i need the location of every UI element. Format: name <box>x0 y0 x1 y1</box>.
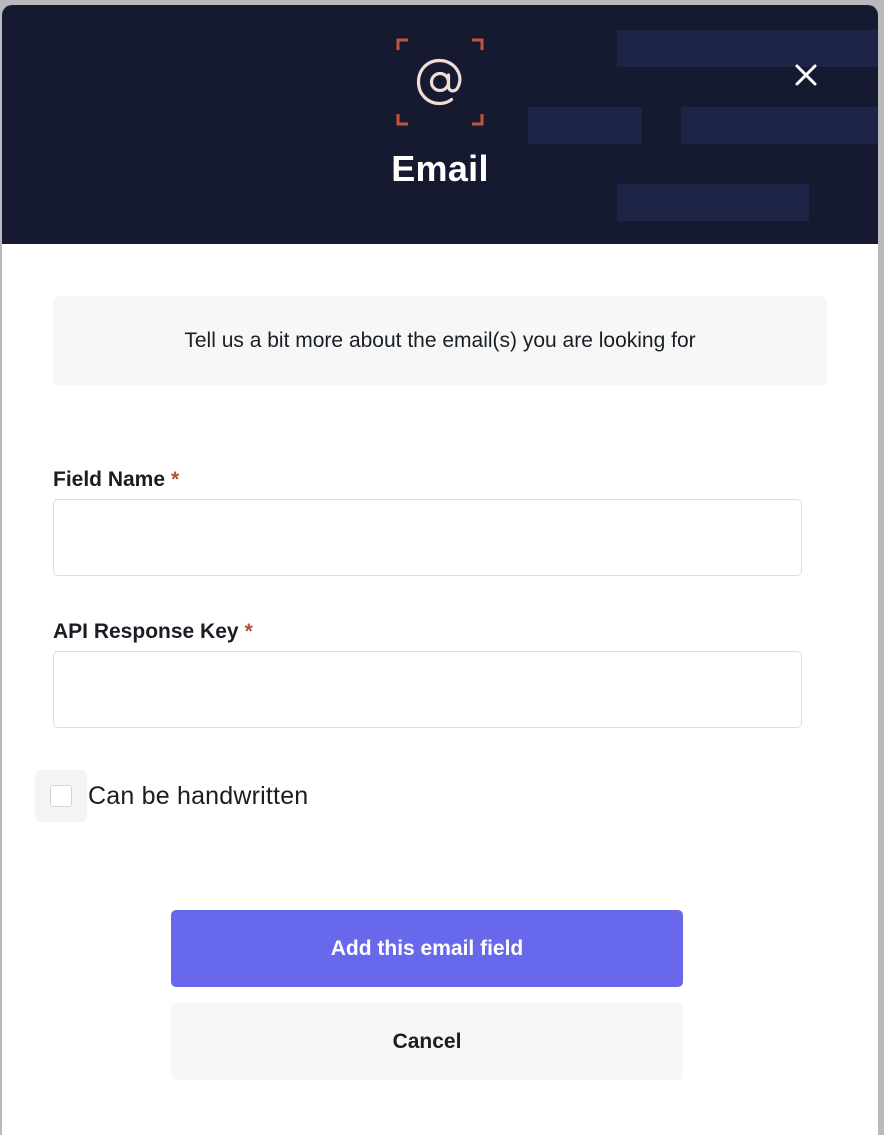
add-field-modal: Email Tell us a bit more about the email… <box>2 5 878 1135</box>
modal-title: Email <box>391 148 489 189</box>
backdrop-edge <box>878 0 884 1128</box>
handwritten-checkbox[interactable] <box>50 785 72 807</box>
field-name-label-text: Field Name <box>53 468 166 491</box>
at-sign-icon <box>396 38 484 126</box>
required-marker: * <box>171 468 180 491</box>
close-icon[interactable] <box>788 57 824 93</box>
handwritten-checkbox-row[interactable]: Can be handwritten <box>35 770 308 822</box>
handwritten-checkbox-label[interactable]: Can be handwritten <box>88 782 308 811</box>
api-response-key-label-text: API Response Key <box>53 620 239 643</box>
header-decoration <box>617 30 878 67</box>
checkbox-hit-area[interactable] <box>35 770 87 822</box>
cancel-button[interactable]: Cancel <box>171 1003 683 1080</box>
close-button[interactable] <box>788 57 824 93</box>
api-response-key-input[interactable] <box>53 651 802 728</box>
add-email-field-button[interactable]: Add this email field <box>171 910 683 987</box>
api-response-key-label: API Response Key * <box>53 618 253 646</box>
header-decoration <box>528 107 642 144</box>
field-name-label: Field Name * <box>53 466 179 494</box>
info-box: Tell us a bit more about the email(s) yo… <box>53 296 827 385</box>
field-name-input[interactable] <box>53 499 802 576</box>
header-decoration <box>681 107 878 144</box>
modal-header: Email <box>2 5 878 244</box>
required-marker: * <box>244 620 253 643</box>
